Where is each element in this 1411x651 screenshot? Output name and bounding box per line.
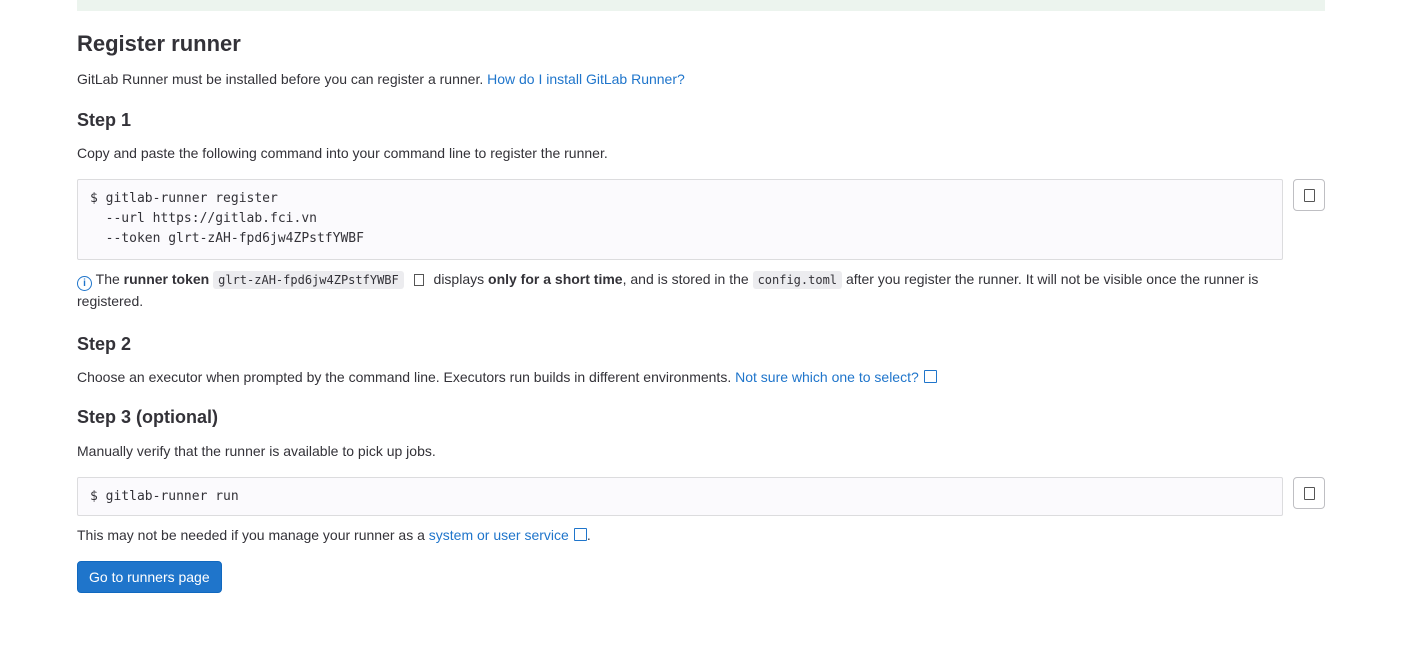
copy-register-command-button[interactable] — [1293, 179, 1325, 211]
copy-run-command-button[interactable] — [1293, 477, 1325, 509]
step3-desc: Manually verify that the runner is avail… — [77, 443, 436, 459]
token-note: i The runner token glrt-zAH-fpd6jw4ZPstf… — [77, 271, 1259, 309]
success-banner — [77, 0, 1325, 11]
run-command-block[interactable]: $ gitlab-runner run — [77, 477, 1283, 516]
step2-heading: Step 2 — [77, 334, 132, 354]
clipboard-icon — [1303, 486, 1315, 500]
external-link-icon — [923, 370, 937, 383]
go-to-runners-button[interactable]: Go to runners page — [77, 561, 222, 593]
step3-heading: Step 3 (optional) — [77, 407, 218, 427]
install-runner-link[interactable]: How do I install GitLab Runner? — [487, 71, 685, 87]
executor-help-link[interactable]: Not sure which one to select? — [735, 369, 937, 385]
step1-heading: Step 1 — [77, 110, 132, 130]
step1-desc: Copy and paste the following command int… — [77, 145, 608, 161]
service-link[interactable]: system or user service — [429, 527, 587, 543]
service-note: This may not be needed if you manage you… — [77, 527, 591, 543]
step2-desc: Choose an executor when prompted by the … — [77, 367, 937, 387]
register-command-block[interactable]: $ gitlab-runner register --url https://g… — [77, 179, 1283, 260]
runner-token: glrt-zAH-fpd6jw4ZPstfYWBF — [213, 271, 404, 289]
clipboard-icon — [1303, 188, 1315, 202]
intro-text: GitLab Runner must be installed before y… — [77, 71, 685, 87]
copy-token-icon[interactable] — [413, 274, 424, 286]
info-icon: i — [77, 276, 92, 291]
page-title: Register runner — [77, 31, 241, 56]
external-link-icon — [573, 528, 587, 541]
